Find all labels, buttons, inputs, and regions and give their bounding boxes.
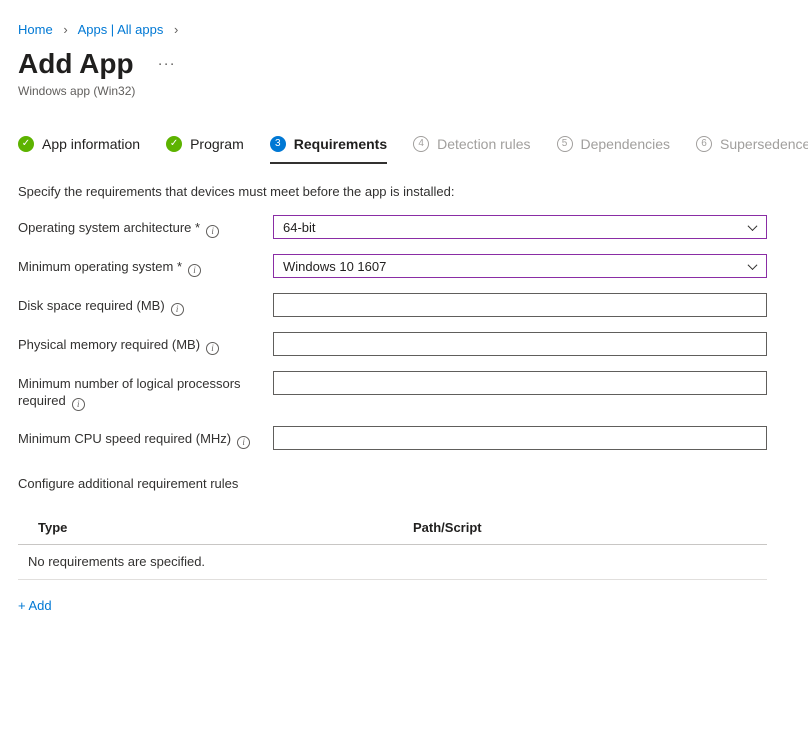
form-row-logical-processors: Minimum number of logical processors req… <box>18 371 808 411</box>
tab-requirements[interactable]: 3 Requirements <box>270 136 387 164</box>
info-icon[interactable]: i <box>72 398 85 411</box>
form-row-disk-space: Disk space required (MB) i <box>18 293 808 317</box>
field-label-text: Physical memory required (MB) <box>18 337 200 352</box>
info-icon[interactable]: i <box>171 303 184 316</box>
tab-dependencies[interactable]: 5 Dependencies <box>557 136 671 164</box>
tab-program[interactable]: ✓ Program <box>166 136 244 164</box>
chevron-down-icon <box>748 260 758 270</box>
step-number-icon: 4 <box>413 136 429 152</box>
tab-label-app-information: App information <box>42 136 140 152</box>
select-value: 64-bit <box>283 220 316 235</box>
tab-detection-rules[interactable]: 4 Detection rules <box>413 136 530 164</box>
tab-label-detection-rules: Detection rules <box>437 136 530 152</box>
info-icon[interactable]: i <box>188 264 201 277</box>
logical-processors-input[interactable] <box>273 371 767 395</box>
more-menu-button[interactable]: ··· <box>158 59 176 69</box>
breadcrumb: Home › Apps | All apps › <box>18 0 808 37</box>
instruction-text: Specify the requirements that devices mu… <box>18 184 808 199</box>
disk-space-input[interactable] <box>273 293 767 317</box>
page-header: Add App ··· <box>18 47 808 81</box>
check-icon: ✓ <box>166 136 182 152</box>
column-header-path-script: Path/Script <box>413 520 482 535</box>
physical-memory-input[interactable] <box>273 332 767 356</box>
tab-label-dependencies: Dependencies <box>581 136 671 152</box>
cpu-speed-input[interactable] <box>273 426 767 450</box>
field-label: Minimum number of logical processors req… <box>18 371 273 411</box>
field-label: Minimum CPU speed required (MHz) i <box>18 426 273 449</box>
tab-label-requirements: Requirements <box>294 136 387 152</box>
table-empty-row: No requirements are specified. <box>18 545 767 580</box>
page-subtitle: Windows app (Win32) <box>18 84 808 98</box>
field-label-text: Operating system architecture * <box>18 220 200 235</box>
add-app-page: Home › Apps | All apps › Add App ··· Win… <box>0 0 808 615</box>
minimum-os-select[interactable]: Windows 10 1607 <box>273 254 767 278</box>
form-row-minimum-os: Minimum operating system * i Windows 10 1… <box>18 254 808 278</box>
form-row-os-architecture: Operating system architecture * i 64-bit <box>18 215 808 239</box>
table-header-row: Type Path/Script <box>18 511 767 545</box>
step-number-icon: 6 <box>696 136 712 152</box>
section-title-additional-rules: Configure additional requirement rules <box>18 476 808 491</box>
field-label-text: Disk space required (MB) <box>18 298 165 313</box>
chevron-right-icon: › <box>174 22 178 37</box>
form-row-cpu-speed: Minimum CPU speed required (MHz) i <box>18 426 808 450</box>
field-label-text: Minimum operating system * <box>18 259 182 274</box>
field-label: Operating system architecture * i <box>18 215 273 238</box>
page-title: Add App <box>18 47 134 81</box>
tab-supersedence[interactable]: 6 Supersedence <box>696 136 808 164</box>
field-label: Disk space required (MB) i <box>18 293 273 316</box>
step-number-icon: 3 <box>270 136 286 152</box>
wizard-steps: ✓ App information ✓ Program 3 Requiremen… <box>18 136 808 164</box>
requirements-form: Operating system architecture *i 64-bit … <box>18 215 808 450</box>
empty-message: No requirements are specified. <box>28 554 205 569</box>
select-value: Windows 10 1607 <box>283 259 386 274</box>
field-label: Physical memory required (MB) i <box>18 332 273 355</box>
field-label: Minimum operating system * i <box>18 254 273 277</box>
info-icon[interactable]: i <box>237 436 250 449</box>
tab-label-supersedence: Supersedence <box>720 136 808 152</box>
os-architecture-select[interactable]: 64-bit <box>273 215 767 239</box>
field-label-text: Minimum CPU speed required (MHz) <box>18 431 231 446</box>
form-row-physical-memory: Physical memory required (MB) i <box>18 332 808 356</box>
chevron-down-icon <box>748 221 758 231</box>
field-label-text: Minimum number of logical processors req… <box>18 376 241 408</box>
tab-label-program: Program <box>190 136 244 152</box>
column-header-type: Type <box>38 520 413 535</box>
add-button[interactable]: + Add <box>18 598 52 613</box>
breadcrumb-home[interactable]: Home <box>18 22 53 37</box>
requirements-table: Type Path/Script No requirements are spe… <box>18 511 767 580</box>
breadcrumb-apps-all-apps[interactable]: Apps | All apps <box>78 22 164 37</box>
tab-app-information[interactable]: ✓ App information <box>18 136 140 164</box>
chevron-right-icon: › <box>63 22 67 37</box>
info-icon[interactable]: i <box>206 342 219 355</box>
check-icon: ✓ <box>18 136 34 152</box>
step-number-icon: 5 <box>557 136 573 152</box>
info-icon[interactable]: i <box>206 225 219 238</box>
